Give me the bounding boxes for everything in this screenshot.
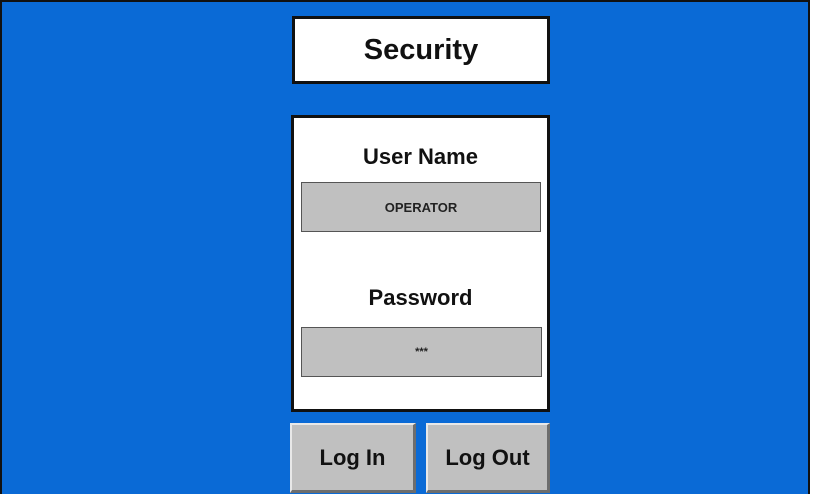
password-field[interactable]: *** [301, 327, 542, 377]
password-label: Password [368, 285, 473, 310]
log-out-button[interactable]: Log Out [426, 423, 550, 493]
user-name-field[interactable]: OPERATOR [301, 182, 541, 232]
log-in-button[interactable]: Log In [290, 423, 416, 493]
security-screen: Security User Name OPERATOR Password ***… [0, 0, 810, 494]
user-name-label: User Name [363, 144, 478, 169]
login-panel: User Name OPERATOR Password *** [291, 115, 550, 412]
page-title: Security [292, 16, 550, 84]
